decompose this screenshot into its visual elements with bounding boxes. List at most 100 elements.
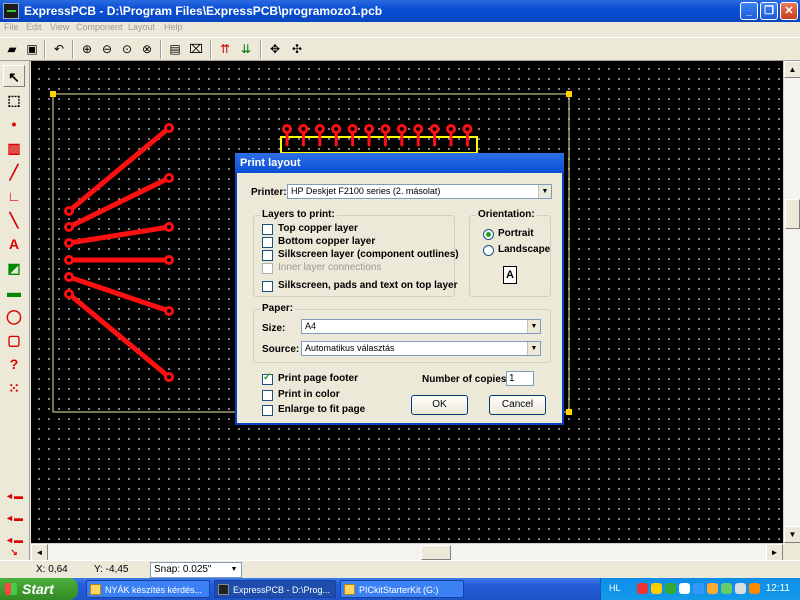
scroll-up-arrow-icon[interactable]: ▲: [784, 61, 800, 78]
close-button[interactable]: ✕: [780, 2, 798, 20]
start-button[interactable]: Start: [0, 578, 78, 600]
top-layer-icon[interactable]: ⇈: [216, 40, 234, 58]
zoom-out-icon[interactable]: ⊖: [98, 40, 116, 58]
chevron-down-icon[interactable]: ▼: [228, 564, 240, 576]
toolbar-separator: [260, 40, 262, 59]
bottom-copper-checkbox[interactable]: [262, 237, 273, 248]
browser-window-icon: [90, 584, 101, 595]
trace-split-icon[interactable]: ╲: [3, 209, 25, 231]
minimize-button[interactable]: _: [740, 2, 758, 20]
paper-size-select[interactable]: A4 ▼: [301, 319, 541, 334]
silk-pads-text-checkbox[interactable]: [262, 281, 273, 292]
rotate-icon[interactable]: ✣: [288, 40, 306, 58]
tray-app-icon[interactable]: [651, 583, 662, 594]
portrait-radio[interactable]: [483, 229, 494, 240]
board-outline-icon[interactable]: ◯: [3, 305, 25, 327]
top-copper-checkbox[interactable]: [262, 224, 273, 235]
paper-source-select[interactable]: Automatikus választás ▼: [301, 341, 541, 356]
select-arrow-icon[interactable]: ↖: [3, 65, 25, 87]
netlist-icon[interactable]: ⁙: [3, 377, 25, 399]
component-manager-icon[interactable]: ⌧: [187, 40, 205, 58]
taskbar-item-expresspcb[interactable]: ExpressPCB - D:\Prog...: [214, 580, 336, 598]
taskbar-item-label: ExpressPCB - D:\Prog...: [233, 585, 331, 595]
rubberband-select-icon[interactable]: ⬚: [3, 89, 25, 111]
toolbar-separator: [72, 40, 74, 59]
tray-app-icon[interactable]: [665, 583, 676, 594]
save-icon[interactable]: ▣: [23, 40, 41, 58]
query-icon[interactable]: ?: [3, 353, 25, 375]
horizontal-scroll-thumb[interactable]: [421, 545, 451, 560]
layer-top-toggle-icon[interactable]: ◄▬: [3, 485, 25, 507]
silkscreen-checkbox[interactable]: [262, 250, 273, 261]
expresspcb-app-icon[interactable]: [3, 3, 19, 19]
menu-layout[interactable]: Layout: [128, 22, 155, 32]
landscape-radio[interactable]: [483, 245, 494, 256]
menu-edit[interactable]: Edit: [26, 22, 42, 32]
pad-hole: [67, 292, 71, 296]
tray-network-icon[interactable]: [693, 583, 704, 594]
properties-icon[interactable]: ▤: [166, 40, 184, 58]
scroll-left-arrow-icon[interactable]: ◄: [31, 544, 48, 561]
pad-hole: [67, 225, 71, 229]
tray-app-icon[interactable]: [721, 583, 732, 594]
ground-plane-icon[interactable]: ▬: [3, 281, 25, 303]
toolbar-separator: [44, 40, 46, 59]
rectangle-icon[interactable]: ▢: [3, 329, 25, 351]
zoom-in-icon[interactable]: ⊕: [78, 40, 96, 58]
printer-value: HP Deskjet F2100 series (2. másolat): [291, 186, 441, 196]
menu-help[interactable]: Help: [164, 22, 183, 32]
zoom-area-icon[interactable]: ⊗: [138, 40, 156, 58]
layer-swap-icon[interactable]: ◩: [3, 257, 25, 279]
trace-corner-icon[interactable]: ∟: [3, 185, 25, 207]
silk-pads-text-label: Silkscreen, pads and text on top layer: [278, 280, 458, 291]
print-layout-dialog: Print layout Printer: HP Deskjet F2100 s…: [235, 153, 564, 425]
chevron-down-icon[interactable]: ▼: [538, 185, 551, 198]
tray-app-icon[interactable]: [749, 583, 760, 594]
pad-hole: [399, 127, 404, 131]
tray-app-icon[interactable]: [637, 583, 648, 594]
language-indicator[interactable]: HL: [609, 583, 621, 593]
place-text-icon[interactable]: A: [3, 233, 25, 255]
undo-icon[interactable]: ↶: [50, 40, 68, 58]
place-trace-icon[interactable]: ╱: [3, 161, 25, 183]
tray-volume-icon[interactable]: [735, 583, 746, 594]
cancel-button[interactable]: Cancel: [489, 395, 546, 415]
zoom-fit-icon[interactable]: ⊙: [118, 40, 136, 58]
pad-hole: [301, 127, 306, 131]
enlarge-fit-checkbox[interactable]: [262, 405, 273, 416]
chevron-down-icon[interactable]: ▼: [527, 342, 540, 355]
menu-view[interactable]: View: [50, 22, 69, 32]
menu-file[interactable]: File: [4, 22, 19, 32]
layer-silk-toggle-icon[interactable]: ◄▬: [3, 507, 25, 529]
print-footer-checkbox[interactable]: [262, 372, 273, 385]
print-color-checkbox[interactable]: [262, 390, 273, 401]
snap-value: Snap: 0.025": [154, 564, 212, 575]
tray-app-icon[interactable]: [679, 583, 690, 594]
bottom-layer-icon[interactable]: ⇊: [237, 40, 255, 58]
ok-button[interactable]: OK: [411, 395, 468, 415]
tray-app-icon[interactable]: [707, 583, 718, 594]
bottom-copper-label: Bottom copper layer: [278, 236, 376, 247]
taskbar-item-pickit[interactable]: PICkitStarterKit (G:): [340, 580, 464, 598]
copies-input[interactable]: 1: [506, 371, 534, 386]
scroll-right-arrow-icon[interactable]: ►: [766, 544, 783, 561]
inner-layer-checkbox: [262, 263, 273, 274]
vertical-scrollbar[interactable]: ▲ ▼: [783, 61, 800, 543]
vertical-scroll-thumb[interactable]: [785, 199, 800, 229]
taskbar-item-nyak[interactable]: NYÁK készítés kérdés...: [86, 580, 210, 598]
outline-corner-handle: [566, 91, 572, 97]
open-folder-icon[interactable]: ▰: [3, 40, 21, 58]
place-pad-icon[interactable]: •: [3, 113, 25, 135]
paper-size-value: A4: [305, 321, 317, 331]
horizontal-scrollbar[interactable]: ◄ ►: [31, 543, 783, 561]
menu-component[interactable]: Component: [76, 22, 123, 32]
snap-select[interactable]: Snap: 0.025" ▼: [150, 562, 242, 578]
maximize-button[interactable]: ❐: [760, 2, 778, 20]
toolbar-separator: [210, 40, 212, 59]
printer-select[interactable]: HP Deskjet F2100 series (2. másolat) ▼: [287, 184, 552, 199]
place-component-icon[interactable]: ▥: [3, 137, 25, 159]
chevron-down-icon[interactable]: ▼: [527, 320, 540, 333]
pad-hole: [465, 127, 470, 131]
move-icon[interactable]: ✥: [266, 40, 284, 58]
scroll-down-arrow-icon[interactable]: ▼: [784, 526, 800, 543]
